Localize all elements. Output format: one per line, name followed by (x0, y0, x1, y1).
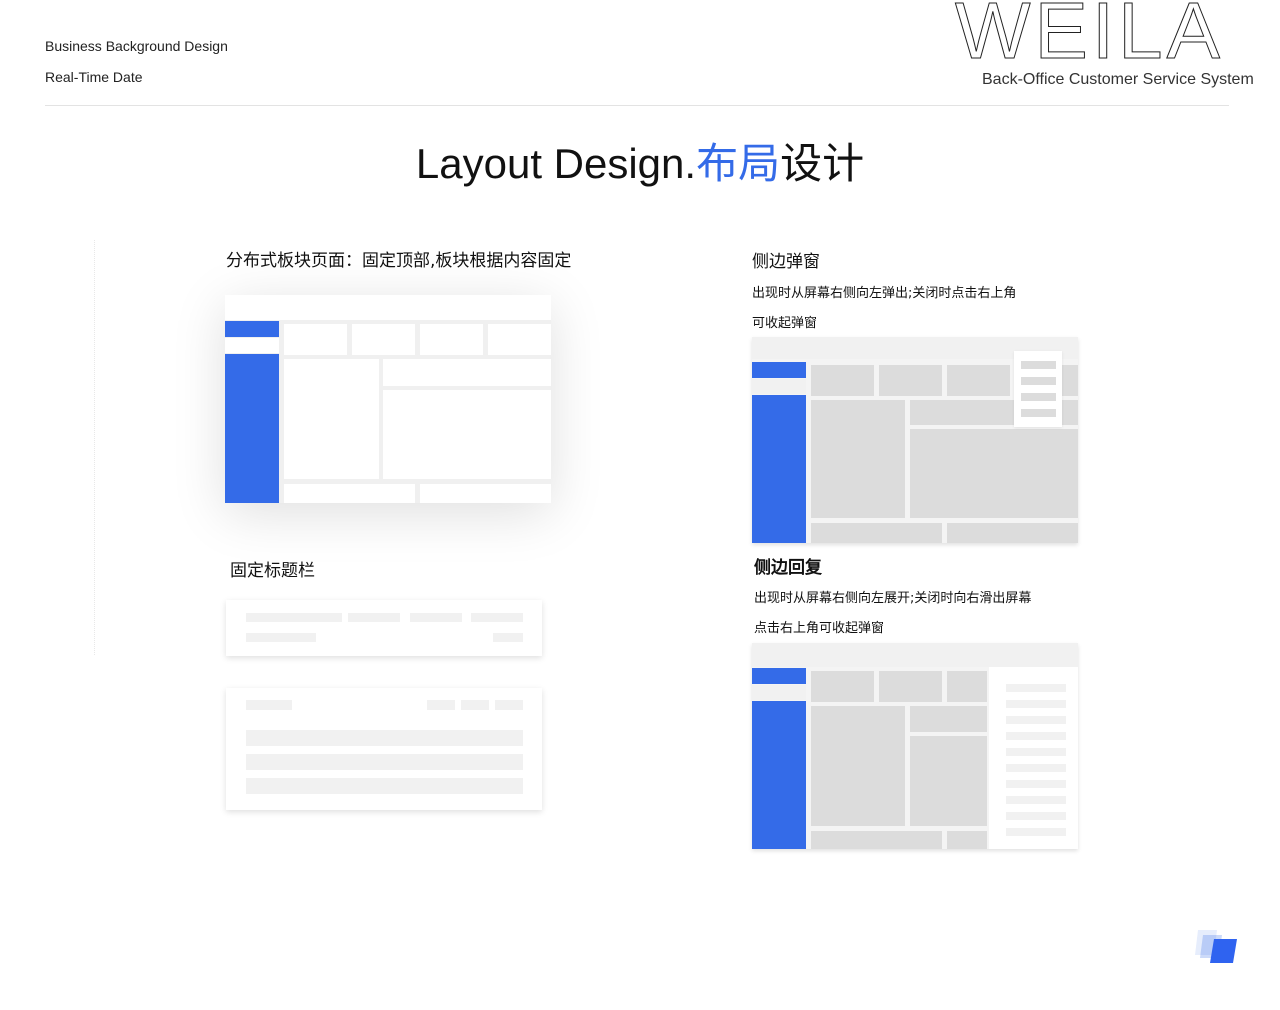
mock-popup-line (1021, 377, 1056, 385)
mock-reply-line (1006, 700, 1066, 708)
mock-row (246, 754, 523, 770)
mock-card (811, 671, 874, 702)
side-reply-heading: 侧边回复 (754, 558, 822, 578)
mock-panel (811, 400, 905, 518)
mock-sidebar-gap (225, 338, 279, 353)
mock-line (246, 633, 316, 642)
mock-line (471, 613, 523, 622)
mock-sidebar (225, 354, 279, 503)
mock-card (420, 324, 483, 355)
mock-reply-line (1006, 684, 1066, 692)
weila-logo-text: WEILA (955, 0, 1224, 62)
mock-card (352, 324, 415, 355)
mock-line (246, 700, 292, 710)
mock-popup-line (1021, 361, 1056, 369)
distributed-layout-mock (225, 295, 551, 503)
side-reply-mock (752, 643, 1078, 849)
mock-footer-card (811, 831, 942, 849)
mock-footer-card (947, 831, 987, 849)
mock-reply-line (1006, 828, 1066, 836)
mock-footer-card (420, 484, 551, 503)
mock-sidebar-gap (752, 685, 806, 700)
mock-reply-line (1006, 732, 1066, 740)
mock-card (811, 365, 874, 396)
mock-line (348, 613, 400, 622)
mock-topbar (752, 643, 1078, 667)
side-reply-desc-1: 出现时从屏幕右侧向左展开;关闭时向右滑出屏幕 (754, 591, 1032, 606)
mock-card (879, 365, 942, 396)
mock-line (427, 700, 455, 710)
mock-popup-line (1021, 393, 1056, 401)
mock-line (493, 633, 523, 642)
brand-mark-icon (1195, 930, 1237, 963)
page-title-en: Layout Design. (415, 140, 697, 187)
mock-row (246, 730, 523, 746)
mock-reply-line (1006, 796, 1066, 804)
mock-footer-card (947, 523, 1078, 543)
mock-panel (383, 390, 551, 479)
header-line-2: Real-Time Date (45, 69, 143, 85)
mock-sidebar (752, 395, 806, 543)
side-popup-desc-2: 可收起弹窗 (752, 316, 818, 331)
mock-popup-line (1021, 409, 1056, 417)
mock-panel (910, 706, 987, 732)
side-reply-desc-2: 点击右上角可收起弹窗 (754, 621, 885, 636)
mock-card (284, 324, 347, 355)
mock-sidebar-tab (225, 321, 279, 337)
mock-line (410, 613, 462, 622)
side-popup-mock (752, 337, 1078, 543)
mock-sidebar (752, 701, 806, 849)
page-title-accent: 布局 (696, 140, 781, 187)
fixed-title-mock-2 (226, 688, 542, 810)
header-subtitle: Back-Office Customer Service System (982, 71, 1254, 88)
mock-panel (910, 736, 987, 826)
mock-card (879, 671, 942, 702)
mock-reply-line (1006, 764, 1066, 772)
mock-panel (910, 429, 1078, 518)
mock-reply-line (1006, 780, 1066, 788)
page-title: Layout Design.布局设计 (0, 130, 1280, 191)
mock-sidebar-tab (752, 668, 806, 684)
mock-card (947, 365, 1010, 396)
mock-sidebar-gap (752, 379, 806, 394)
mock-line (461, 700, 489, 710)
mock-row (246, 778, 523, 794)
mock-line (495, 700, 523, 710)
mock-panel (383, 359, 551, 386)
fixed-title-heading: 固定标题栏 (230, 561, 315, 581)
distributed-heading: 分布式板块页面：固定顶部,板块根据内容固定 (226, 251, 572, 271)
mock-popup (1014, 351, 1062, 427)
mock-card (488, 324, 551, 355)
mock-footer-card (284, 484, 415, 503)
mock-reply-panel (989, 667, 1078, 849)
mock-reply-line (1006, 812, 1066, 820)
side-popup-heading: 侧边弹窗 (752, 252, 820, 272)
fixed-title-mock-1 (226, 600, 542, 656)
mock-line (246, 613, 342, 622)
page-title-rest: 设计 (780, 140, 865, 187)
mock-card (947, 671, 987, 702)
header-line-1: Business Background Design (45, 38, 228, 54)
mock-reply-line (1006, 716, 1066, 724)
side-popup-desc-1: 出现时从屏幕右侧向左弹出;关闭时点击右上角 (752, 286, 1017, 301)
mock-panel (284, 359, 379, 479)
mock-footer-card (811, 523, 942, 543)
mock-sidebar-tab (752, 362, 806, 378)
mock-reply-line (1006, 748, 1066, 756)
weila-logo: WEILA (955, 0, 1224, 62)
vertical-guide (94, 240, 96, 655)
header-divider (45, 105, 1229, 106)
mock-topbar (225, 295, 551, 320)
mock-panel (811, 706, 905, 826)
